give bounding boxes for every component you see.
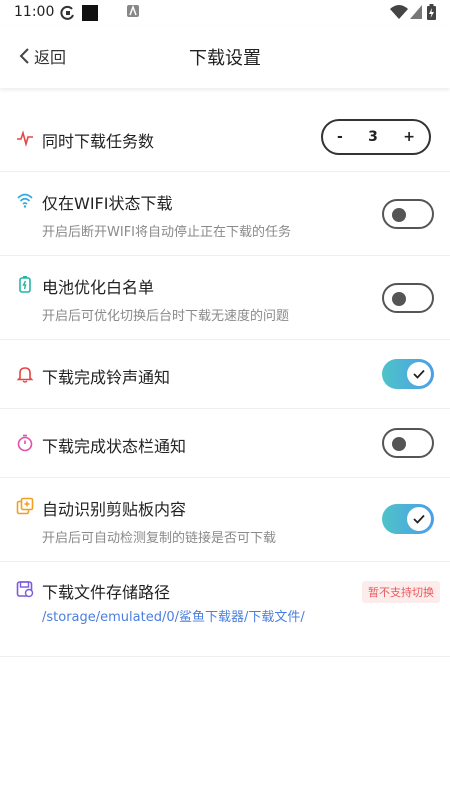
wifi-only-label: 仅在WIFI状态下载 [42,194,173,213]
storage-path-value[interactable]: /storage/emulated/0/鲨鱼下载器/下载文件/ [42,606,305,625]
battery-toggle[interactable] [382,283,434,313]
clipboard-add-icon [16,497,34,515]
square-icon [82,5,98,21]
pulse-icon [17,130,33,147]
page-title: 下载设置 [189,48,261,69]
setting-row-battery: 电池优化白名单 开启后可优化切换后台时下载无速度的问题 [0,256,450,340]
wifi-setting-icon [17,193,33,208]
battery-icon [427,4,436,20]
statusbar-notify-label: 下载完成状态栏通知 [42,437,187,456]
check-icon [413,514,425,524]
signal-icon [410,5,422,19]
ringtone-label: 下载完成铃声通知 [42,368,171,387]
battery-label: 电池优化白名单 [42,278,155,297]
clipboard-description: 开启后可自动检测复制的链接是否可下载 [42,531,277,546]
ringtone-toggle[interactable] [382,359,434,389]
notification-a-icon [127,5,139,17]
wifi-icon [390,5,408,19]
statusbar-notify-toggle[interactable] [382,428,434,458]
sync-icon [60,5,74,20]
concurrent-stepper: - 3 + [321,119,431,155]
clipboard-label: 自动识别剪贴板内容 [42,500,187,519]
check-icon [413,369,425,379]
stepper-value: 3 [368,129,378,145]
status-bar: 11:00 [0,0,450,26]
concurrent-label: 同时下载任务数 [42,132,155,151]
setting-row-statusbar-notify: 下载完成状态栏通知 [0,409,450,478]
setting-row-ringtone: 下载完成铃声通知 [0,340,450,409]
app-header: 返回 下载设置 [0,26,450,88]
storage-icon [16,581,34,598]
battery-description: 开启后可优化切换后台时下载无速度的问题 [42,309,290,324]
stepper-minus-button[interactable]: - [337,129,343,145]
timer-icon [17,434,33,452]
bell-icon [16,367,34,383]
setting-row-wifi-only: 仅在WIFI状态下载 开启后断开WIFI将自动停止正在下载的任务 [0,172,450,256]
stepper-plus-button[interactable]: + [403,129,415,145]
unsupported-badge: 暂不支持切换 [362,581,440,603]
setting-row-storage-path: 下载文件存储路径 /storage/emulated/0/鲨鱼下载器/下载文件/ [0,562,450,657]
wifi-only-toggle[interactable] [382,199,434,229]
battery-setting-icon [19,276,31,293]
status-time: 11:00 [14,4,55,20]
storage-path-label: 下载文件存储路径 [42,583,171,602]
setting-row-clipboard: 自动识别剪贴板内容 开启后可自动检测复制的链接是否可下载 [0,478,450,562]
wifi-only-description: 开启后断开WIFI将自动停止正在下载的任务 [42,225,291,240]
setting-row-concurrent: 同时下载任务数 - 3 + [0,103,450,172]
clipboard-toggle[interactable] [382,504,434,534]
